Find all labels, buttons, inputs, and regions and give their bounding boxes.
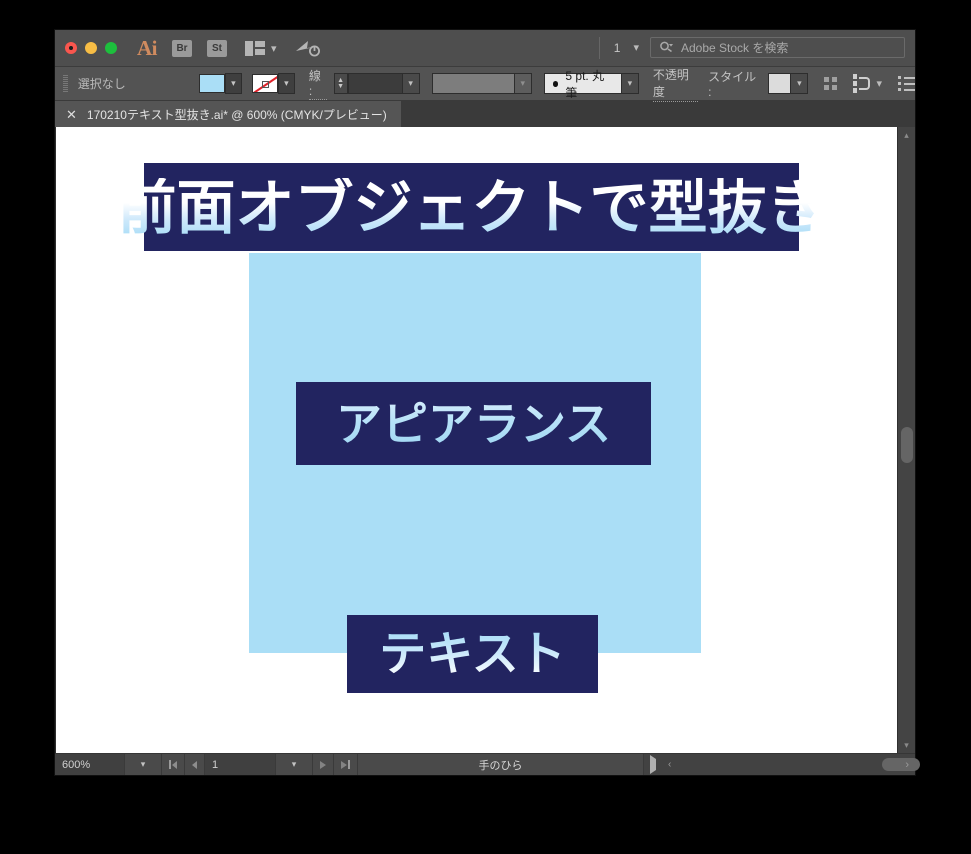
- artboard-number-field[interactable]: 1: [205, 754, 276, 775]
- stroke-color-control[interactable]: ▾: [251, 73, 295, 94]
- bottom-band[interactable]: テキスト: [347, 615, 598, 693]
- stroke-weight-stepper[interactable]: ▲ ▼: [333, 73, 348, 94]
- window-controls: [55, 42, 117, 54]
- minimize-window-button[interactable]: [85, 42, 97, 54]
- scroll-up-icon[interactable]: ▴: [904, 127, 909, 143]
- zoom-level-field[interactable]: 600%: [55, 754, 125, 775]
- stroke-weight-label[interactable]: 線 :: [308, 67, 327, 100]
- document-count-value: 1: [613, 41, 621, 55]
- brush-definition-field[interactable]: 5 pt. 丸筆: [543, 69, 622, 100]
- middle-text: アピアランス: [335, 396, 612, 451]
- stroke-weight-input[interactable]: [347, 73, 403, 94]
- brush-definition-label: 5 pt. 丸筆: [565, 68, 605, 100]
- status-expand-icon[interactable]: [644, 755, 662, 774]
- chevron-down-icon[interactable]: ▾: [876, 77, 882, 90]
- artboard-number-value: 1: [212, 758, 219, 771]
- publish-online-icon[interactable]: [294, 39, 320, 57]
- search-icon: [660, 41, 673, 53]
- fill-color-control[interactable]: ▾: [198, 73, 242, 94]
- close-icon[interactable]: ✕: [66, 108, 77, 121]
- document-setup-icon[interactable]: [897, 76, 915, 91]
- vertical-scroll-thumb[interactable]: [901, 427, 913, 463]
- transform-icon[interactable]: [853, 74, 871, 93]
- chevron-down-icon[interactable]: ▾: [633, 37, 639, 59]
- title-bar: Ai Br St ▾ 1 ▾ Adobe Stock を検索: [55, 30, 915, 67]
- align-icon[interactable]: [824, 77, 838, 90]
- vertical-scrollbar[interactable]: ▴ ▾: [897, 127, 915, 753]
- artboard-nav-first[interactable]: [162, 754, 185, 775]
- panel-drag-handle[interactable]: [63, 74, 68, 93]
- scroll-right-icon[interactable]: ›: [905, 759, 909, 771]
- variable-width-profile-arrow[interactable]: ▾: [514, 73, 532, 94]
- current-tool-label[interactable]: 手のひら: [358, 754, 643, 775]
- close-window-button[interactable]: [65, 42, 77, 54]
- bottom-text: テキスト: [379, 626, 566, 682]
- horizontal-scroll-thumb[interactable]: [882, 758, 920, 771]
- variable-width-profile-field[interactable]: [431, 73, 515, 94]
- artboard-dropdown-arrow[interactable]: ▾: [276, 754, 313, 775]
- arrange-documents-icon[interactable]: [245, 40, 265, 56]
- middle-band[interactable]: アピアランス: [296, 382, 651, 465]
- artboard[interactable]: 前面オブジェクトで型抜き アピアランス テキスト: [56, 127, 897, 753]
- zoom-level-value: 600%: [62, 758, 91, 771]
- stroke-swatch-none[interactable]: [251, 74, 278, 93]
- style-label: スタイル :: [708, 70, 757, 99]
- illustrator-logo: Ai: [137, 35, 158, 60]
- stroke-dropdown-arrow[interactable]: ▾: [277, 73, 295, 94]
- chevron-down-icon[interactable]: ▾: [271, 42, 277, 55]
- document-tab[interactable]: ✕ 170210テキスト型抜き.ai* @ 600% (CMYK/プレビュー): [55, 101, 401, 127]
- title-text: 前面オブジェクトで型抜き: [117, 172, 826, 242]
- control-panel: 選択なし ▾ ▾ 線 : ▲ ▼ ▾ ▾ 5 pt. 丸筆 ▾ 不透明度 スタイル…: [55, 66, 915, 102]
- maximize-window-button[interactable]: [105, 42, 117, 54]
- document-tab-bar: ✕ 170210テキスト型抜き.ai* @ 600% (CMYK/プレビュー): [55, 101, 915, 127]
- horizontal-scrollbar[interactable]: ‹ ›: [643, 754, 920, 775]
- bridge-button[interactable]: Br: [172, 39, 192, 57]
- stock-search-placeholder: Adobe Stock を検索: [681, 41, 789, 55]
- stock-button[interactable]: St: [207, 39, 227, 57]
- graphic-style-swatch[interactable]: [767, 73, 792, 94]
- canvas-area: 前面オブジェクトで型抜き アピアランス テキスト ▴ ▾: [55, 127, 915, 753]
- zoom-dropdown-arrow[interactable]: ▾: [125, 754, 162, 775]
- document-tab-title: 170210テキスト型抜き.ai* @ 600% (CMYK/プレビュー): [86, 107, 387, 122]
- status-bar: 600% ▾ 1 ▾ 手のひら ‹ ›: [55, 753, 920, 775]
- opacity-label[interactable]: 不透明度: [652, 66, 699, 102]
- brush-definition-arrow[interactable]: ▾: [621, 73, 639, 94]
- artboard-nav-last[interactable]: [334, 754, 358, 775]
- scroll-left-icon[interactable]: ‹: [662, 759, 677, 770]
- brush-preview-icon: [552, 80, 559, 87]
- graphic-style-arrow[interactable]: ▾: [791, 73, 809, 94]
- artboard-nav-next[interactable]: [313, 754, 334, 775]
- fill-dropdown-arrow[interactable]: ▾: [224, 73, 242, 94]
- selection-status-label: 選択なし: [77, 77, 126, 91]
- scroll-down-icon[interactable]: ▾: [904, 737, 909, 753]
- illustrator-window: Ai Br St ▾ 1 ▾ Adobe Stock を検索 選択なし ▾ ▾ …: [55, 30, 920, 775]
- artboard-nav-prev[interactable]: [185, 754, 205, 775]
- document-count[interactable]: 1 ▾: [598, 37, 639, 59]
- stock-search-field[interactable]: Adobe Stock を検索: [650, 37, 905, 58]
- stroke-weight-dropdown-arrow[interactable]: ▾: [402, 73, 420, 94]
- fill-swatch[interactable]: [198, 74, 225, 93]
- title-band[interactable]: 前面オブジェクトで型抜き: [118, 163, 826, 251]
